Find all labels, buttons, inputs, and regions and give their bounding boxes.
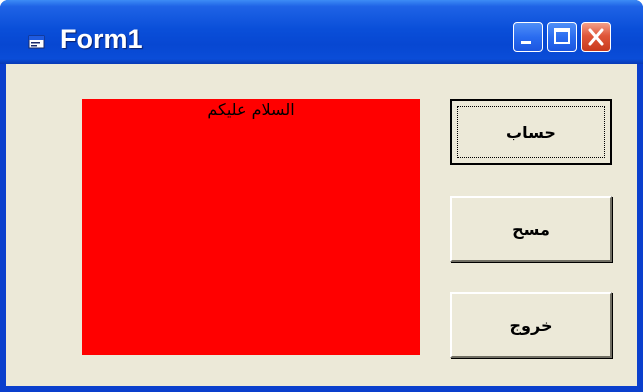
form1-window: Form1 السلام عليكم حساب مسح خروج xyxy=(0,0,643,392)
calculate-button-label: حساب xyxy=(506,122,556,142)
calculate-button[interactable]: حساب xyxy=(450,99,612,165)
minimize-button[interactable] xyxy=(513,22,543,52)
title-bar[interactable]: Form1 xyxy=(0,0,643,64)
minimize-icon xyxy=(521,41,531,44)
exit-button-label: خروج xyxy=(509,315,553,335)
clear-button-label: مسح xyxy=(512,219,550,239)
close-button[interactable] xyxy=(581,22,611,52)
form-icon[interactable] xyxy=(28,34,46,50)
greeting-label-text: السلام عليكم xyxy=(207,100,295,119)
clear-button[interactable]: مسح xyxy=(450,196,612,262)
form-client-area: السلام عليكم حساب مسح خروج xyxy=(6,64,637,386)
window-title: Form1 xyxy=(60,24,143,54)
exit-button[interactable]: خروج xyxy=(450,292,612,358)
close-icon xyxy=(588,28,604,46)
greeting-label: السلام عليكم xyxy=(82,99,420,355)
maximize-button[interactable] xyxy=(547,22,577,52)
maximize-icon xyxy=(554,28,570,44)
